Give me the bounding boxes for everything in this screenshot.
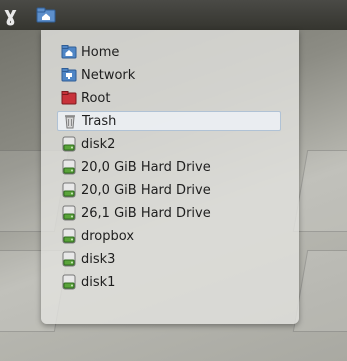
- menu-item-20-0-gib-hard-drive[interactable]: 20,0 GiB Hard Drive: [57, 157, 281, 177]
- menu-item-20-0-gib-hard-drive[interactable]: 20,0 GiB Hard Drive: [57, 180, 281, 200]
- menu-item-label: disk3: [81, 251, 116, 267]
- menu-item-label: 20,0 GiB Hard Drive: [81, 159, 211, 175]
- menu-item-label: Home: [81, 44, 120, 60]
- menu-item-label: 26,1 GiB Hard Drive: [81, 205, 211, 221]
- drive-icon: [61, 251, 77, 267]
- menu-item-label: disk2: [81, 136, 116, 152]
- menu-item-disk1[interactable]: disk1: [57, 272, 281, 292]
- menu-item-label: Trash: [82, 113, 117, 129]
- menu-item-home[interactable]: Home: [57, 42, 281, 62]
- places-menu: Home Network Root Trash disk2 20,0 GiB Hard D…: [41, 30, 299, 324]
- menu-item-label: 20,0 GiB Hard Drive: [81, 182, 211, 198]
- drive-icon: [61, 205, 77, 221]
- drive-icon: [61, 136, 77, 152]
- top-panel: ɣ: [0, 0, 347, 30]
- background-tile: [292, 150, 347, 232]
- home-folder-icon: [61, 44, 77, 60]
- menu-item-label: disk1: [81, 274, 116, 290]
- trash-icon: [62, 113, 78, 129]
- menu-item-disk2[interactable]: disk2: [57, 134, 281, 154]
- menu-item-network[interactable]: Network: [57, 65, 281, 85]
- menu-item-dropbox[interactable]: dropbox: [57, 226, 281, 246]
- network-folder-icon: [61, 67, 77, 83]
- menu-item-label: Network: [81, 67, 136, 83]
- menu-item-root[interactable]: Root: [57, 88, 281, 108]
- menu-item-trash[interactable]: Trash: [57, 111, 281, 131]
- drive-icon: [61, 274, 77, 290]
- menu-item-label: Root: [81, 90, 111, 106]
- drive-icon: [61, 228, 77, 244]
- menu-item-label: dropbox: [81, 228, 135, 244]
- home-folder-icon[interactable]: [36, 7, 56, 23]
- menu-item-26-1-gib-hard-drive[interactable]: 26,1 GiB Hard Drive: [57, 203, 281, 223]
- drive-icon: [61, 182, 77, 198]
- background-tile: [292, 250, 347, 332]
- app-logo-icon[interactable]: ɣ: [4, 2, 24, 26]
- menu-item-disk3[interactable]: disk3: [57, 249, 281, 269]
- root-folder-icon: [61, 90, 77, 106]
- drive-icon: [61, 159, 77, 175]
